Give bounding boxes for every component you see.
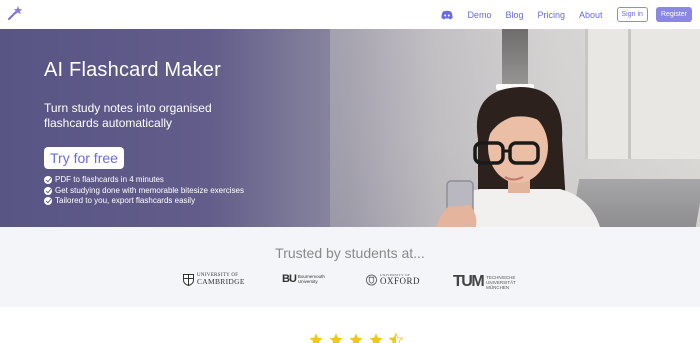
sign-in-button[interactable]: Sign in: [616, 7, 648, 22]
check-circle-icon: [44, 176, 52, 184]
star-half-icon: [389, 333, 403, 343]
nav-link-about[interactable]: About: [579, 10, 603, 20]
register-button[interactable]: Register: [655, 7, 692, 22]
oxford-line-2: OXFORD: [380, 276, 421, 286]
star-icon: [349, 333, 363, 343]
feature-text: Tailored to you, export flashcards easil…: [55, 196, 196, 205]
oxford-logo: UNIVERSITY OF OXFORD: [366, 273, 420, 286]
star-icon: [309, 333, 323, 343]
nav-link-pricing[interactable]: Pricing: [537, 10, 565, 20]
top-nav: Demo Blog Pricing About Sign in Register: [0, 0, 700, 29]
tum-logo: TUM TECHNISCHE UNIVERSITÄT MÜNCHEN: [453, 273, 516, 291]
cambridge-crest-icon: [183, 273, 194, 286]
bournemouth-line-2: University: [297, 279, 318, 284]
feature-text: Get studying done with memorable bitesiz…: [55, 185, 244, 195]
try-for-free-button[interactable]: Try for free: [44, 147, 124, 169]
tum-line-3: MÜNCHEN: [486, 284, 510, 290]
tum-line-1: TECHNISCHE: [486, 274, 516, 280]
check-circle-icon: [44, 186, 52, 195]
tum-mark: TUM: [453, 273, 485, 290]
cambridge-logo: UNIVERSITY OF CAMBRIDGE: [183, 273, 245, 286]
star-icon: [329, 333, 343, 343]
tum-line-2: UNIVERSITÄT: [486, 279, 516, 285]
oxford-crest-icon: [366, 274, 377, 285]
nav-links: Demo Blog Pricing About Sign in Register: [441, 0, 692, 29]
bournemouth-logo: BU Bournemouth University: [282, 273, 325, 285]
feature-list: PDF to flashcards in 4 minutes Get study…: [44, 175, 244, 207]
feature-item: Get studying done with memorable bitesiz…: [44, 186, 244, 196]
check-circle-icon: [44, 197, 52, 205]
hero-subtitle: Turn study notes into organised flashcar…: [44, 101, 212, 130]
feature-item: PDF to flashcards in 4 minutes: [44, 175, 244, 185]
trusted-by-title: Trusted by students at...: [275, 245, 425, 261]
hero-title: AI Flashcard Maker: [44, 59, 221, 81]
feature-item: Tailored to you, export flashcards easil…: [44, 196, 244, 206]
feature-text: PDF to flashcards in 4 minutes: [55, 175, 164, 184]
hero-banner: AI Flashcard Maker Turn study notes into…: [0, 29, 700, 227]
nav-link-demo[interactable]: Demo: [467, 10, 491, 20]
magic-wand-star-logo-icon[interactable]: [7, 5, 23, 21]
nav-link-blog[interactable]: Blog: [505, 10, 523, 20]
trusted-by-section: Trusted by students at... UNIVERSITY OF …: [0, 227, 700, 307]
rating-stars: [309, 333, 409, 343]
discord-icon[interactable]: [441, 10, 453, 20]
star-icon: [369, 333, 383, 343]
cambridge-line-2: CAMBRIDGE: [197, 277, 245, 286]
bournemouth-mark: BU: [282, 273, 297, 285]
